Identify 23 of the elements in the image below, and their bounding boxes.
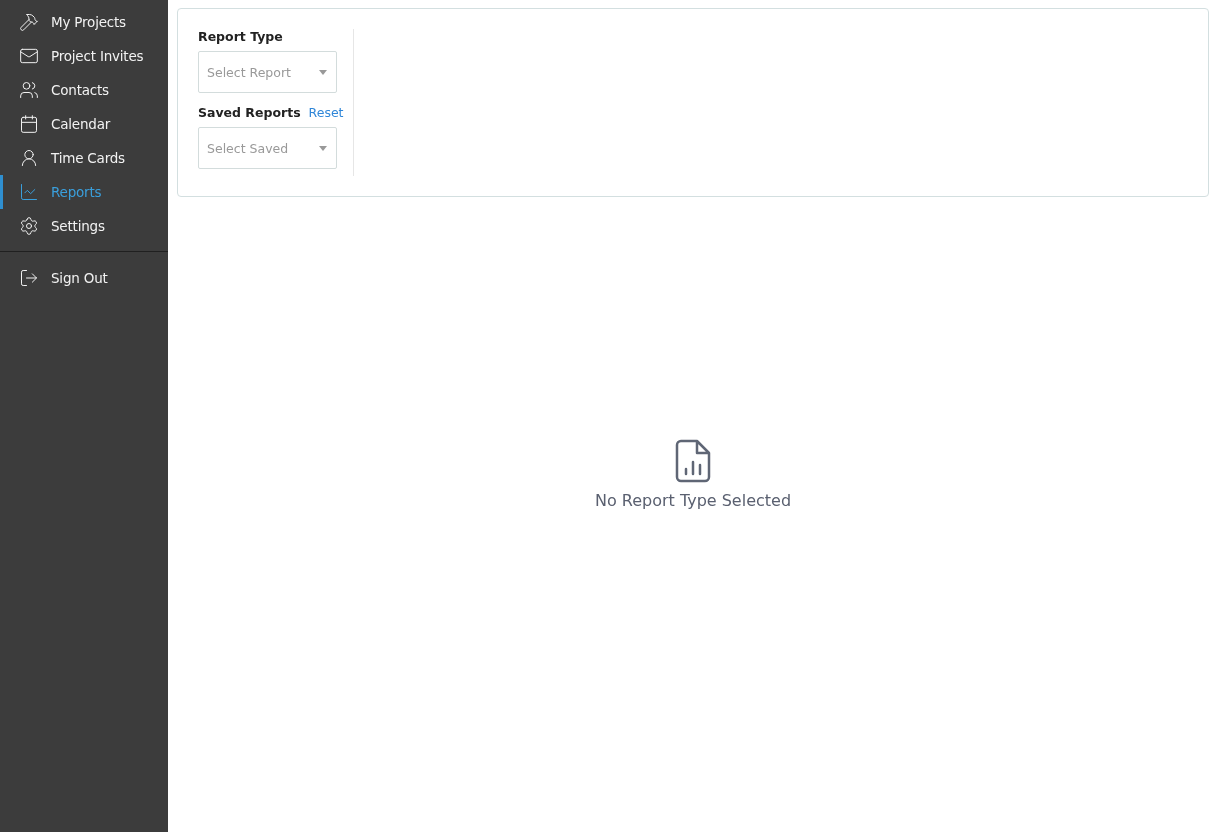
sidebar-item[interactable]: Calendar: [0, 107, 168, 141]
sidebar-item[interactable]: Settings: [0, 209, 168, 243]
hammer-icon: [19, 12, 39, 32]
caret-icon: [319, 145, 327, 151]
field-label: Saved Reports: [198, 105, 301, 120]
envelope-icon: [19, 46, 39, 66]
people-icon: [19, 80, 39, 100]
sidebar-item[interactable]: Contacts: [0, 73, 168, 107]
empty-state-message: No Report Type Selected: [594, 491, 792, 510]
line-chart-icon: [19, 182, 39, 202]
sidebar-item[interactable]: Reports: [0, 175, 168, 209]
sign-out-link[interactable]: Sign Out: [0, 261, 168, 295]
sidebar-item[interactable]: Project Invites: [0, 39, 168, 73]
calendar-icon: [19, 114, 39, 134]
report-document-icon: [675, 439, 711, 483]
person-icon: [19, 148, 39, 168]
sidebar-item[interactable]: Time Cards: [0, 141, 168, 175]
sign-out-icon: [19, 268, 39, 288]
caret-icon: [319, 69, 327, 75]
reset-link[interactable]: Reset: [308, 105, 344, 120]
sidebar-item[interactable]: My Projects: [0, 5, 168, 39]
field-label: Report Type: [198, 29, 284, 44]
settings-icon: [19, 216, 39, 236]
